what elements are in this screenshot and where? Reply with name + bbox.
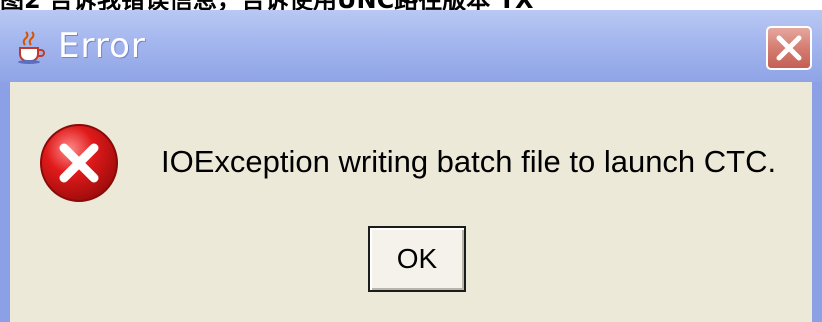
java-cup-icon bbox=[14, 30, 48, 64]
error-message: IOException writing batch file to launch… bbox=[161, 144, 777, 179]
error-icon bbox=[38, 122, 120, 204]
cropped-caption: 图2 告诉我错误信息，告诉使用UNC路径版本 TX bbox=[0, 0, 822, 10]
close-icon bbox=[776, 35, 802, 61]
window-title: Error bbox=[58, 26, 146, 66]
error-dialog: Error IOException writing batch file to … bbox=[0, 10, 822, 322]
close-button[interactable] bbox=[766, 26, 812, 70]
title-bar[interactable]: Error bbox=[0, 10, 822, 82]
dialog-content: IOException writing batch file to launch… bbox=[10, 82, 812, 322]
ok-button[interactable]: OK bbox=[368, 226, 466, 292]
